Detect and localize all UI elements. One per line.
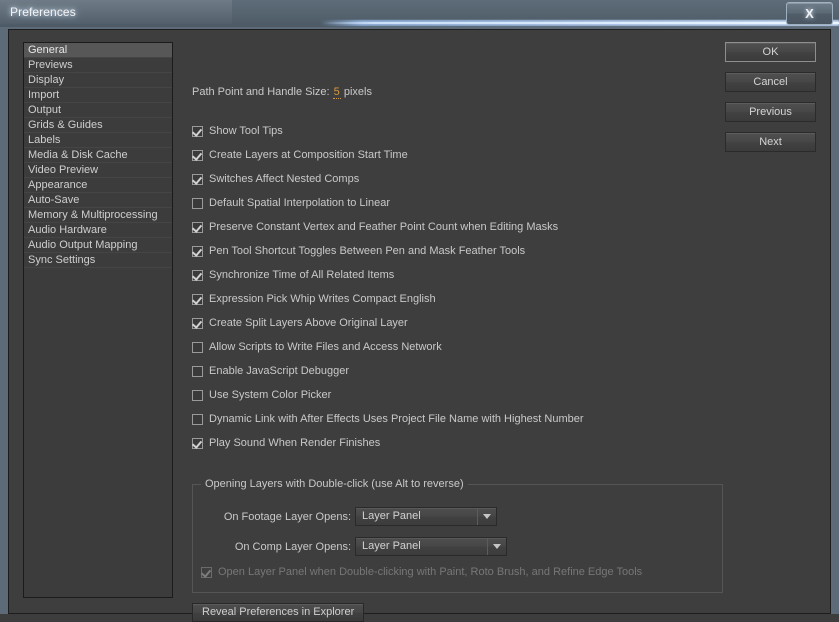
checkbox-expression-pick-whip-writes-compact-english[interactable] [192,293,203,305]
checkbox-label-expression-pick-whip-writes-compact-english: Expression Pick Whip Writes Compact Engl… [209,293,436,305]
checkbox-label-preserve-constant-vertex-and-feather-point-count: Preserve Constant Vertex and Feather Poi… [209,221,559,233]
checkbox-label-create-layers-at-composition-start-time: Create Layers at Composition Start Time [209,149,408,161]
checkbox-label-create-split-layers-above-original-layer: Create Split Layers Above Original Layer [209,317,408,329]
path-point-size-row: Path Point and Handle Size: 5 pixels [192,86,372,99]
path-point-size-value[interactable]: 5 [332,86,341,99]
checkbox-preserve-constant-vertex-and-feather-point-count[interactable] [192,221,203,233]
groupbox-row-on-comp-layer-opens: On Comp Layer Opens: Layer Panel [201,537,507,556]
checkbox-row-enable-javascript-debugger[interactable]: Enable JavaScript Debugger [192,364,349,378]
window-titlebar[interactable]: Preferences X [0,0,839,27]
checkbox-show-tool-tips[interactable] [192,125,203,137]
sidebar-item-output[interactable]: Output [24,103,172,118]
reveal-preferences-button[interactable]: Reveal Preferences in Explorer [192,603,365,622]
sidebar-item-import[interactable]: Import [24,88,172,103]
checkbox-row-preserve-constant-vertex-and-feather-point-count[interactable]: Preserve Constant Vertex and Feather Poi… [192,220,558,234]
dialog-button-column: OK Cancel Previous Next [725,42,816,162]
checkbox-row-create-split-layers-above-original-layer[interactable]: Create Split Layers Above Original Layer [192,316,408,330]
sidebar-item-memory-multiprocessing[interactable]: Memory & Multiprocessing [24,208,172,223]
sidebar-item-previews[interactable]: Previews [24,58,172,73]
open-layer-panel-checkbox [201,566,212,578]
next-button[interactable]: Next [725,132,816,152]
checkbox-row-synchronize-time-of-all-related-items[interactable]: Synchronize Time of All Related Items [192,268,394,282]
checkbox-row-expression-pick-whip-writes-compact-english[interactable]: Expression Pick Whip Writes Compact Engl… [192,292,436,306]
cancel-button[interactable]: Cancel [725,72,816,92]
sidebar-item-general[interactable]: General [24,43,172,58]
checkbox-switches-affect-nested-comps[interactable] [192,173,203,185]
checkbox-pen-tool-shortcut-toggles-between-pen-and-mask-f[interactable] [192,245,203,257]
checkbox-row-play-sound-when-render-finishes[interactable]: Play Sound When Render Finishes [192,436,380,450]
groupbox-title: Opening Layers with Double-click (use Al… [201,478,468,490]
window-title: Preferences [10,5,76,19]
checkbox-row-pen-tool-shortcut-toggles-between-pen-and-mask-f[interactable]: Pen Tool Shortcut Toggles Between Pen an… [192,244,525,258]
titlebar-glow-core [322,22,839,24]
os-window-frame: Preferences X General Previews Display Impo… [0,0,839,622]
checkbox-label-show-tool-tips: Show Tool Tips [209,125,283,137]
chevron-down-glyph [483,514,491,519]
close-x-icon: X [805,6,814,21]
chevron-down-icon[interactable] [487,538,506,555]
checkbox-row-use-system-color-picker[interactable]: Use System Color Picker [192,388,331,402]
previous-button[interactable]: Previous [725,102,816,122]
checkbox-row-dynamic-link-with-after-effects-uses-project-fil[interactable]: Dynamic Link with After Effects Uses Pro… [192,412,584,426]
checkbox-label-allow-scripts-to-write-files-and-access-network: Allow Scripts to Write Files and Access … [209,341,442,353]
sidebar-item-auto-save[interactable]: Auto-Save [24,193,172,208]
checkbox-create-layers-at-composition-start-time[interactable] [192,149,203,161]
sidebar-item-audio-output-mapping[interactable]: Audio Output Mapping [24,238,172,253]
dropdown-on-comp-layer-opens[interactable]: Layer Panel [355,537,507,556]
sidebar-item-audio-hardware[interactable]: Audio Hardware [24,223,172,238]
sidebar-item-labels[interactable]: Labels [24,133,172,148]
main-pane: Path Point and Handle Size: 5 pixels Sho… [185,40,725,622]
sidebar-item-media-disk-cache[interactable]: Media & Disk Cache [24,148,172,163]
checkbox-row-switches-affect-nested-comps[interactable]: Switches Affect Nested Comps [192,172,359,186]
category-list[interactable]: General Previews Display Import Output Grids … [23,42,173,598]
checkbox-label-default-spatial-interpolation-to-linear: Default Spatial Interpolation to Linear [209,197,391,209]
dropdown-value-on-footage-layer-opens: Layer Panel [362,510,421,522]
checkbox-label-enable-javascript-debugger: Enable JavaScript Debugger [209,365,350,377]
checkbox-label-play-sound-when-render-finishes: Play Sound When Render Finishes [209,437,381,449]
checkbox-row-default-spatial-interpolation-to-linear[interactable]: Default Spatial Interpolation to Linear [192,196,390,210]
sidebar-item-sync-settings[interactable]: Sync Settings [24,253,172,268]
preferences-dialog: General Previews Display Import Output Grids … [8,29,831,622]
dropdown-on-footage-layer-opens[interactable]: Layer Panel [355,507,497,526]
label-on-comp-layer-opens: On Comp Layer Opens: [234,540,351,553]
ok-button[interactable]: OK [725,42,816,62]
checkbox-synchronize-time-of-all-related-items[interactable] [192,269,203,281]
dropdown-value-on-comp-layer-opens: Layer Panel [362,540,421,552]
close-button[interactable]: X [786,2,833,25]
checkbox-use-system-color-picker[interactable] [192,389,203,401]
checkbox-label-dynamic-link-with-after-effects-uses-project-fil: Dynamic Link with After Effects Uses Pro… [209,413,584,425]
checkbox-label-synchronize-time-of-all-related-items: Synchronize Time of All Related Items [209,269,395,281]
path-point-size-units: pixels [343,86,372,98]
sidebar-item-grids-guides[interactable]: Grids & Guides [24,118,172,133]
sidebar-item-video-preview[interactable]: Video Preview [24,163,172,178]
checkbox-row-create-layers-at-composition-start-time[interactable]: Create Layers at Composition Start Time [192,148,408,162]
chevron-down-glyph [493,544,501,549]
label-on-footage-layer-opens: On Footage Layer Opens: [223,510,351,523]
checkbox-allow-scripts-to-write-files-and-access-network[interactable] [192,341,203,353]
checkbox-label-use-system-color-picker: Use System Color Picker [209,389,332,401]
sidebar-item-display[interactable]: Display [24,73,172,88]
checkbox-dynamic-link-with-after-effects-uses-project-fil[interactable] [192,413,203,425]
chevron-down-icon[interactable] [477,508,496,525]
checkbox-play-sound-when-render-finishes[interactable] [192,437,203,449]
groupbox-row-on-footage-layer-opens: On Footage Layer Opens: Layer Panel [201,507,497,526]
checkbox-default-spatial-interpolation-to-linear[interactable] [192,197,203,209]
sidebar-item-appearance[interactable]: Appearance [24,178,172,193]
checkbox-create-split-layers-above-original-layer[interactable] [192,317,203,329]
path-point-size-label: Path Point and Handle Size: [192,86,330,98]
checkbox-row-allow-scripts-to-write-files-and-access-network[interactable]: Allow Scripts to Write Files and Access … [192,340,442,354]
checkbox-label-switches-affect-nested-comps: Switches Affect Nested Comps [209,173,360,185]
checkbox-enable-javascript-debugger[interactable] [192,365,203,377]
checkbox-label-pen-tool-shortcut-toggles-between-pen-and-mask-f: Pen Tool Shortcut Toggles Between Pen an… [209,245,526,257]
opening-layers-groupbox: Opening Layers with Double-click (use Al… [192,478,723,593]
open-layer-panel-checkbox-row: Open Layer Panel when Double-clicking wi… [201,565,642,579]
open-layer-panel-label: Open Layer Panel when Double-clicking wi… [218,566,643,578]
checkbox-row-show-tool-tips[interactable]: Show Tool Tips [192,124,283,138]
